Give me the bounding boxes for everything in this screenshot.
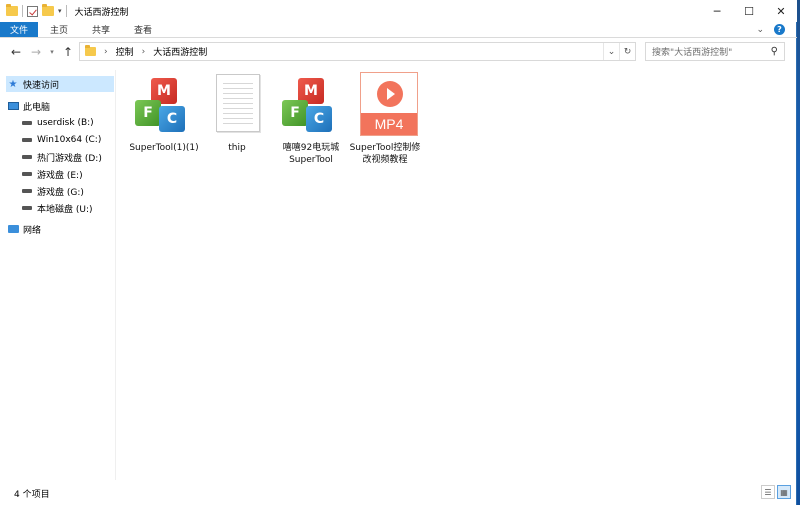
folder-icon: [6, 4, 18, 16]
nav-item-label: 快速访问: [23, 80, 60, 91]
mfc-app-icon: M F C: [276, 70, 346, 140]
mp4-badge: MP4: [361, 113, 417, 135]
chevron-right-icon[interactable]: ›: [104, 47, 108, 57]
star-icon: ★: [8, 78, 18, 90]
drive-icon: [20, 172, 34, 176]
help-icon[interactable]: ?: [774, 24, 785, 35]
breadcrumb: › 控制 › 大话西游控制: [104, 45, 207, 59]
nav-item-label: 热门游戏盘 (D:): [37, 153, 102, 164]
maximize-button[interactable]: ☐: [733, 0, 765, 22]
address-history-dropdown-icon[interactable]: ⌄: [603, 43, 619, 60]
ribbon-tabs: 文件 主页 共享 查看 ⌄ ?: [0, 22, 797, 38]
search-icon[interactable]: ⚲: [771, 46, 778, 57]
explorer-window: ▾ 大话西游控制 ─ ☐ ✕ 文件 主页 共享 查看 ⌄ ? ← → ▾ ↑ ›…: [0, 0, 797, 505]
drive-icon: [20, 121, 34, 125]
nav-item-label: userdisk (B:): [37, 118, 94, 128]
file-name: 嘻嘻92电玩城 SuperTool: [282, 143, 340, 165]
window-title: 大话西游控制: [74, 7, 129, 18]
address-bar-actions: ⌄ ↻: [603, 43, 635, 60]
breadcrumb-item-current[interactable]: 大话西游控制: [153, 45, 207, 58]
file-list: M F C SuperTool(1)(1) thip M F C 嘻嘻92电玩城…: [117, 66, 797, 480]
nav-item-network[interactable]: 网络: [6, 221, 114, 237]
address-bar[interactable]: › 控制 › 大话西游控制 ⌄ ↻: [79, 42, 636, 61]
nav-item-label: 游戏盘 (G:): [37, 187, 84, 198]
breadcrumb-item-control[interactable]: 控制: [116, 45, 134, 58]
drive-icon: [20, 138, 34, 142]
computer-icon: [6, 102, 20, 110]
details-view-icon[interactable]: ☰: [761, 485, 775, 499]
title-bar: ▾ 大话西游控制 ─ ☐ ✕: [0, 0, 797, 22]
network-icon: [6, 225, 20, 233]
nav-item-label: 本地磁盘 (U:): [37, 204, 93, 215]
refresh-icon[interactable]: ↻: [619, 43, 635, 60]
minimize-button[interactable]: ─: [701, 0, 733, 22]
quick-access-toolbar: ▾: [0, 4, 67, 17]
nav-item-label: Win10x64 (C:): [37, 135, 102, 145]
nav-item-quick-access[interactable]: ★ 快速访问: [6, 76, 114, 92]
item-count: 4 个项目: [14, 490, 50, 500]
nav-item-label: 此电脑: [23, 102, 51, 113]
nav-item-drive-e[interactable]: 游戏盘 (E:): [20, 166, 128, 182]
back-button[interactable]: ←: [6, 45, 26, 59]
file-item[interactable]: M F C SuperTool(1)(1): [125, 70, 203, 154]
search-input[interactable]: 搜索"大话西游控制" ⚲: [645, 42, 785, 61]
navigation-pane: ★ 快速访问 此电脑 userdisk (B:) Win10x64 (C:) 热…: [0, 70, 116, 480]
nav-item-label: 游戏盘 (E:): [37, 170, 83, 181]
file-name: SuperTool控制修改视频教程: [349, 143, 421, 165]
search-placeholder: 搜索"大话西游控制": [652, 48, 733, 58]
divider: [65, 5, 67, 17]
new-folder-icon[interactable]: [42, 4, 54, 16]
nav-item-drive-b[interactable]: userdisk (B:): [20, 115, 128, 131]
close-button[interactable]: ✕: [765, 0, 797, 22]
nav-item-drive-g[interactable]: 游戏盘 (G:): [20, 183, 128, 199]
nav-item-drive-c[interactable]: Win10x64 (C:): [20, 132, 128, 148]
forward-button[interactable]: →: [26, 45, 46, 59]
window-controls: ─ ☐ ✕: [701, 0, 797, 22]
chevron-right-icon[interactable]: ›: [142, 47, 146, 57]
drive-icon: [20, 206, 34, 210]
nav-item-drive-d[interactable]: 热门游戏盘 (D:): [20, 149, 128, 165]
tab-share[interactable]: 共享: [80, 22, 122, 37]
divider: [22, 5, 23, 17]
drive-icon: [20, 189, 34, 193]
status-bar: 4 个项目 ☰ ▦: [0, 482, 797, 505]
file-name: thip: [228, 143, 246, 153]
folder-icon: [85, 45, 96, 56]
file-name: SuperTool(1)(1): [129, 143, 199, 153]
tab-view[interactable]: 查看: [122, 22, 164, 37]
tab-home[interactable]: 主页: [38, 22, 80, 37]
address-row: ← → ▾ ↑ › 控制 › 大话西游控制 ⌄ ↻ 搜索"大话西游控制" ⚲: [0, 38, 797, 66]
customize-toolbar-dropdown-icon[interactable]: ▾: [58, 7, 62, 15]
mp4-video-icon: MP4: [350, 70, 420, 140]
nav-item-this-pc[interactable]: 此电脑: [6, 98, 114, 114]
nav-item-drive-u[interactable]: 本地磁盘 (U:): [20, 200, 128, 216]
tab-file[interactable]: 文件: [0, 22, 39, 37]
large-icons-view-icon[interactable]: ▦: [777, 485, 791, 499]
mfc-app-icon: M F C: [129, 70, 199, 140]
drive-icon: [20, 155, 34, 159]
ribbon-right: ⌄ ?: [756, 22, 797, 37]
up-button[interactable]: ↑: [58, 45, 78, 59]
file-item[interactable]: MP4 SuperTool控制修改视频教程: [346, 70, 424, 166]
nav-item-label: 网络: [23, 225, 42, 236]
file-item[interactable]: M F C 嘻嘻92电玩城 SuperTool: [272, 70, 350, 166]
file-item[interactable]: thip: [198, 70, 276, 154]
expand-ribbon-chevron-icon[interactable]: ⌄: [756, 25, 764, 35]
properties-icon[interactable]: [27, 5, 38, 17]
text-document-icon: [202, 70, 272, 140]
recent-locations-dropdown-icon[interactable]: ▾: [46, 48, 58, 56]
view-switcher: ☰ ▦: [761, 485, 791, 499]
